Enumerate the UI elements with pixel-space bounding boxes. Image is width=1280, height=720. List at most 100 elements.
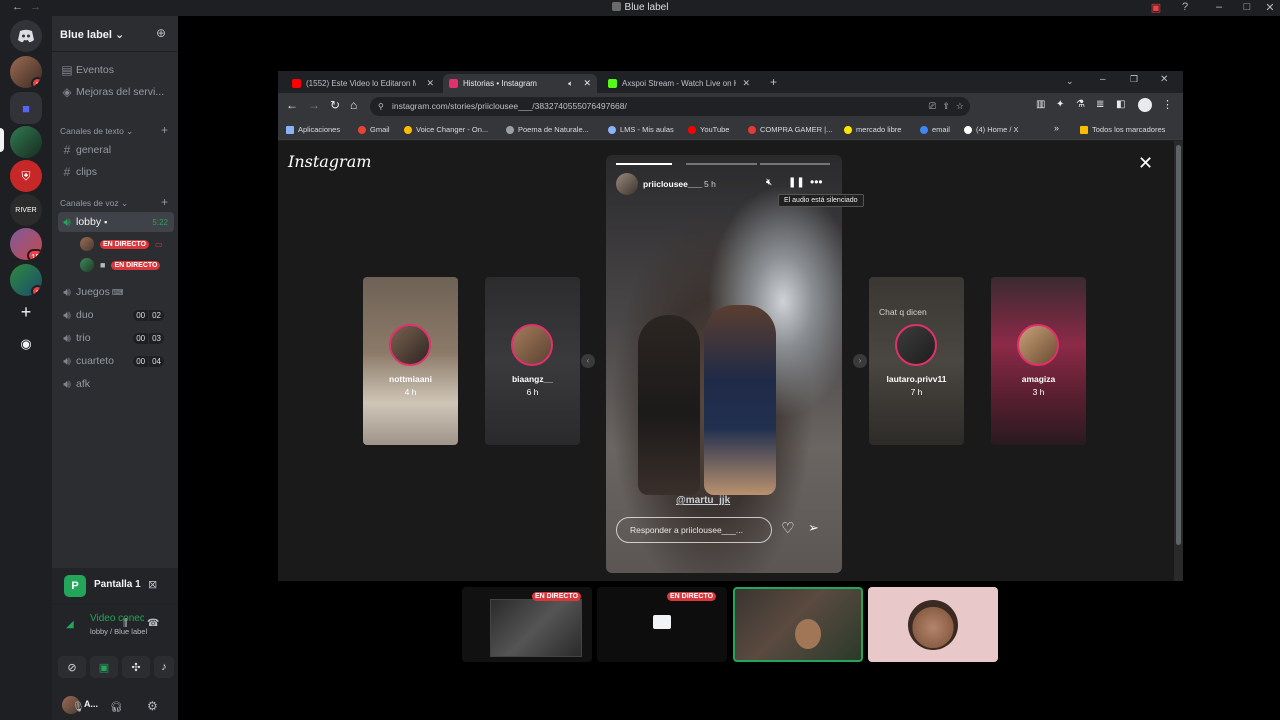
share-send-icon[interactable]: ➢ — [808, 520, 819, 536]
close-tab-icon[interactable]: ✕ — [742, 78, 750, 89]
tab-youtube[interactable]: (1552) Este Video lo Editaron M ✕ — [286, 74, 440, 93]
scrollbar-thumb[interactable] — [1176, 145, 1181, 545]
participant-stream-1[interactable]: EN DIRECTO — [462, 587, 592, 662]
bookmark-gmail[interactable]: Gmail — [358, 125, 390, 134]
cast-icon[interactable]: ⎚ — [929, 97, 936, 116]
soundboard-button[interactable]: ♪ — [154, 656, 174, 678]
category-text-channels[interactable]: Canales de texto ⌄ — [60, 126, 133, 137]
maximize-icon[interactable]: □ — [1239, 1, 1255, 13]
stop-share-icon[interactable]: ⊠ — [148, 578, 157, 591]
settings-gear-icon[interactable]: ⚙ — [147, 699, 158, 713]
restore-icon[interactable]: ❐ — [1130, 74, 1138, 85]
back-icon[interactable]: ← — [286, 98, 298, 112]
voice-channel-trio[interactable]: 🔊︎ trio 00 03 — [58, 328, 174, 348]
close-stories-icon[interactable]: ✕ — [1138, 153, 1153, 174]
minimize-icon[interactable]: – — [1211, 1, 1227, 13]
profile-avatar[interactable] — [1138, 98, 1152, 112]
address-bar[interactable]: ⚲ instagram.com/stories/priiclousee___/3… — [370, 97, 970, 116]
activities-button[interactable]: ✣ — [122, 656, 150, 678]
category-voice-channels[interactable]: Canales de voz ⌄ — [60, 198, 128, 209]
close-icon[interactable]: ✕ — [1262, 1, 1278, 14]
more-options-icon[interactable]: ••• — [810, 175, 823, 189]
voice-channel-cuarteto[interactable]: 🔊︎ cuarteto 00 04 — [58, 351, 174, 371]
headphones-icon[interactable]: 🎧︎ — [110, 702, 123, 713]
new-tab-icon[interactable]: + — [770, 75, 777, 89]
share-icon[interactable]: ⇪ — [942, 97, 950, 116]
bookmarks-overflow[interactable]: » — [1054, 123, 1059, 133]
username[interactable]: A... — [84, 699, 98, 709]
participant-camera-2[interactable] — [868, 587, 998, 662]
lab-icon[interactable]: ⚗ — [1076, 99, 1085, 110]
side-panel-icon[interactable]: ◧ — [1116, 99, 1125, 110]
side-story-3[interactable]: Chat q dicen lautaro.privv11 7 h — [869, 277, 964, 445]
voice-user-1[interactable]: EN DIRECTO ▭ — [80, 235, 163, 253]
story-reply-input[interactable]: Responder a priiclousee___... — [616, 517, 772, 543]
close-tab-icon[interactable]: ✕ — [426, 78, 434, 89]
bookmark-email[interactable]: email — [920, 125, 950, 134]
close-window-icon[interactable]: ✕ — [1160, 74, 1168, 85]
bookmark-apps[interactable]: Aplicaciones — [286, 125, 340, 134]
all-bookmarks[interactable]: Todos los marcadores — [1080, 125, 1165, 134]
microphone-icon[interactable]: 🎙︎ — [72, 702, 85, 713]
bookmark-voice-changer[interactable]: Voice Changer - On... — [404, 125, 488, 134]
side-story-4[interactable]: amagiza 3 h — [991, 277, 1086, 445]
side-story-1[interactable]: nottmiaani 4 h — [363, 277, 458, 445]
story-author-avatar[interactable] — [616, 173, 638, 195]
bookmark-lms[interactable]: LMS - Mis aulas — [608, 125, 674, 134]
bookmark-star-icon[interactable]: ☆ — [956, 97, 964, 116]
bookmark-youtube[interactable]: YouTube — [688, 125, 729, 134]
story-mention[interactable]: @martu_jjk — [676, 495, 730, 506]
voice-channel-duo[interactable]: 🔊︎ duo 00 02 — [58, 305, 174, 325]
voice-channel-lobby[interactable]: 🔊︎ lobby ▪ 5:22 — [58, 212, 174, 232]
participant-camera-1[interactable] — [733, 587, 863, 662]
explore-compass-icon[interactable]: ◉ — [10, 328, 42, 360]
server-river-shield[interactable]: ⛨ — [10, 160, 42, 192]
server-folder-group[interactable]: 15 — [10, 228, 42, 260]
server-group-2[interactable]: 1 — [10, 264, 42, 296]
reload-icon[interactable]: ↻ — [330, 98, 340, 112]
page-scrollbar[interactable] — [1174, 141, 1183, 581]
folder-icon[interactable]: ■ — [10, 92, 42, 124]
reading-list-icon[interactable]: ≣ — [1096, 99, 1104, 110]
more-menu-icon[interactable]: ⋮ — [1162, 98, 1173, 111]
pause-icon[interactable]: ❚❚ — [788, 177, 805, 188]
voice-channel-juegos[interactable]: 🔊︎ Juegos ⌨ — [58, 282, 174, 302]
home-icon[interactable]: ⌂ — [350, 98, 357, 112]
story-author-name[interactable]: priiclousee___ — [643, 179, 702, 189]
puzzle-extensions-icon[interactable]: ✦ — [1056, 99, 1064, 110]
invite-people-icon[interactable]: ⊕ — [156, 26, 166, 40]
site-info-icon[interactable]: ⚲ — [378, 97, 384, 116]
instagram-logo[interactable]: Instagram — [288, 152, 371, 171]
add-voice-channel-icon[interactable]: + — [161, 195, 168, 209]
bookmark-compra-gamer[interactable]: COMPRA GAMER |... — [748, 125, 832, 134]
voice-channel-afk[interactable]: 🔊︎ afk — [58, 374, 174, 394]
mute-icon[interactable]: 🔇︎ — [766, 177, 772, 188]
previous-story-arrow-icon[interactable]: ‹ — [581, 354, 595, 368]
like-heart-icon[interactable]: ♡ — [781, 519, 794, 537]
discord-home-icon[interactable] — [10, 20, 42, 52]
bookmark-mercado-libre[interactable]: mercado libre — [844, 125, 901, 134]
server-header[interactable]: Blue label ⌄ ⊕ — [52, 16, 178, 52]
noise-suppression-icon[interactable]: ⫼ — [123, 618, 128, 629]
tab-search-icon[interactable]: ⌄ — [1066, 76, 1074, 87]
add-text-channel-icon[interactable]: + — [161, 123, 168, 137]
signal-icon[interactable]: ◢ — [66, 619, 74, 630]
server-blue-label[interactable] — [10, 126, 42, 158]
participant-stream-2[interactable]: EN DIRECTO — [597, 587, 727, 662]
server-river[interactable]: RIVER — [10, 194, 42, 226]
sidebar-item-events[interactable]: ▤ Eventos — [58, 60, 174, 80]
side-story-2[interactable]: biaangz__ 6 h — [485, 277, 580, 445]
channel-clips[interactable]: # clips — [58, 162, 174, 182]
next-story-arrow-icon[interactable]: › — [853, 354, 867, 368]
share-screen-button[interactable]: ▣ — [90, 656, 118, 678]
minimize-icon[interactable]: – — [1100, 74, 1106, 85]
dm-avatar[interactable]: 1 — [10, 56, 42, 88]
forward-icon[interactable]: → — [308, 98, 320, 112]
extension-icon[interactable]: ▥ — [1036, 99, 1045, 110]
help-icon[interactable]: ? — [1177, 1, 1193, 13]
disconnect-icon[interactable]: ☎ — [147, 618, 159, 629]
connection-status[interactable]: Video conectac — [90, 613, 144, 624]
channel-general[interactable]: # general — [58, 140, 174, 160]
main-story[interactable]: priiclousee___ 5 h 🔇︎ ❚❚ ••• @martu_jjk … — [606, 155, 842, 573]
bookmark-poema[interactable]: Poema de Naturale... — [506, 125, 589, 134]
